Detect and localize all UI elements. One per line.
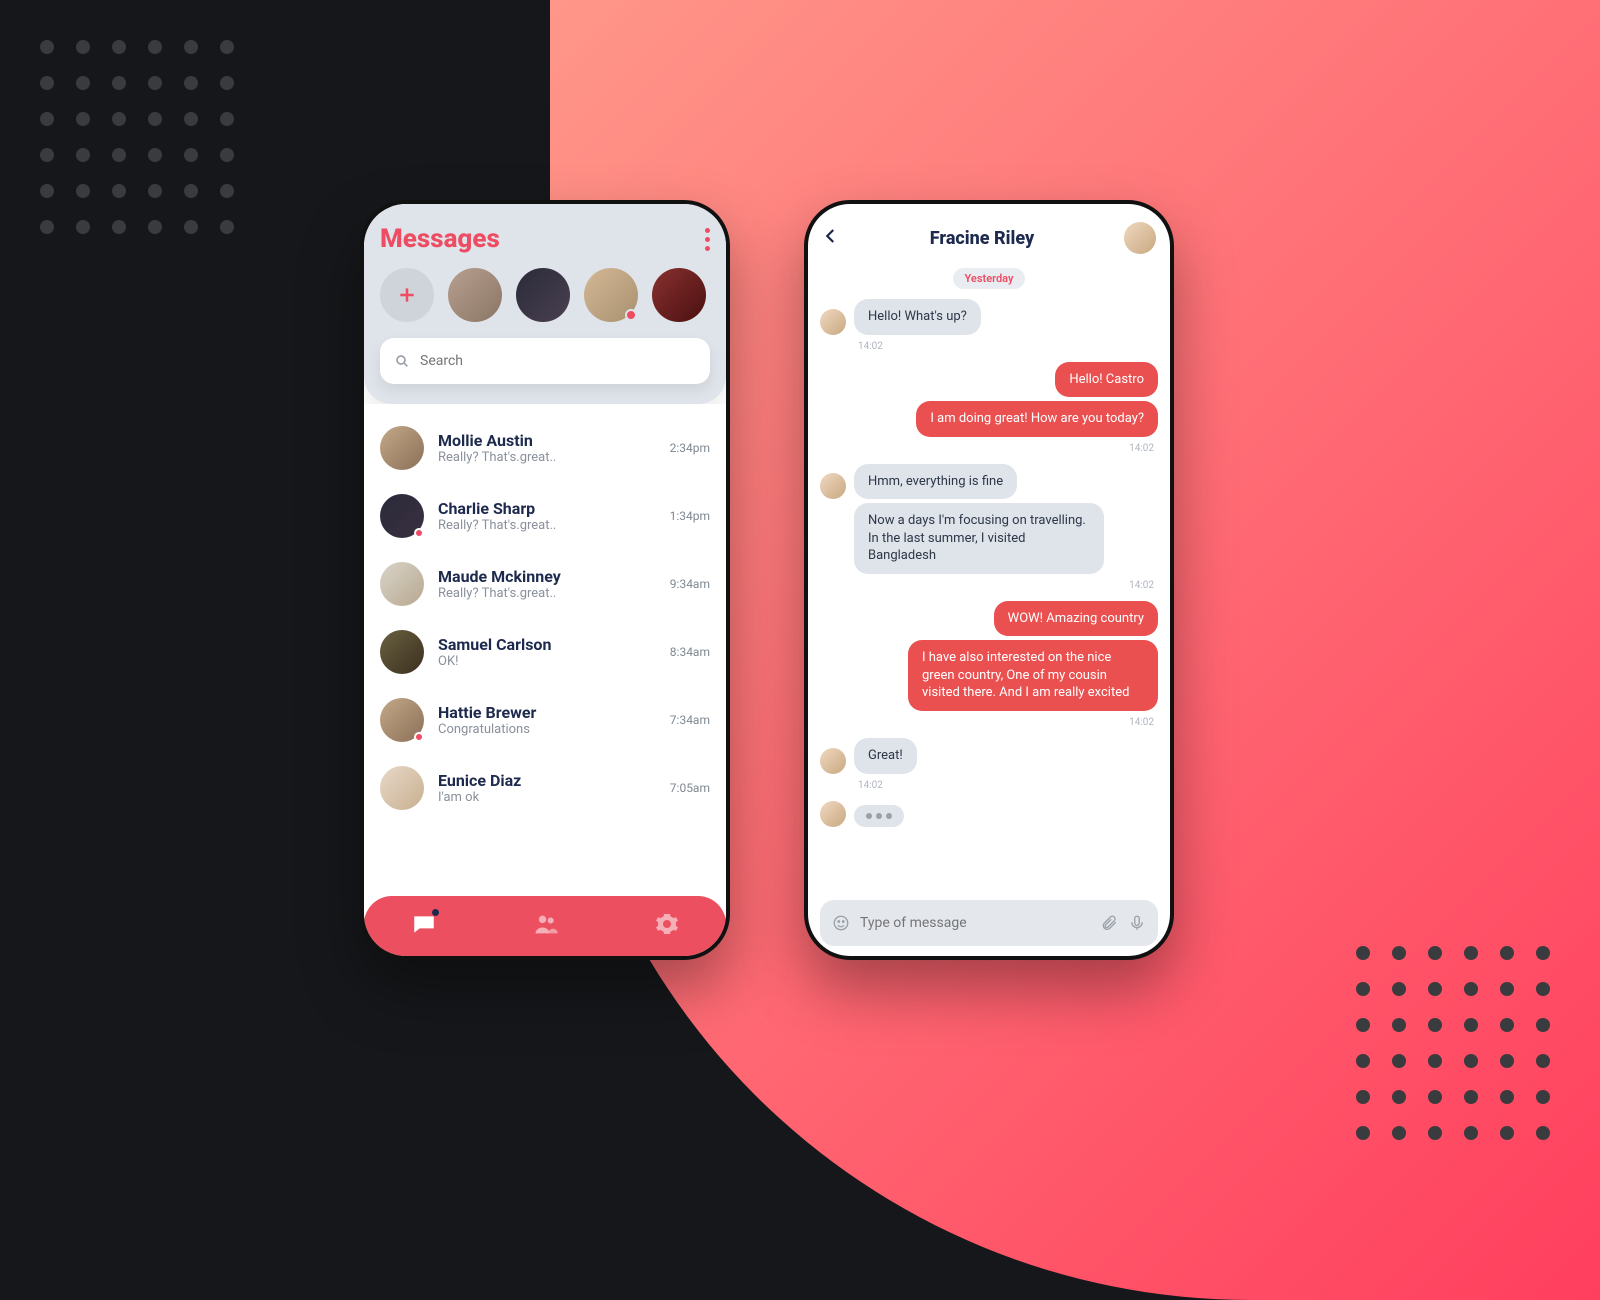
emoji-icon[interactable] <box>832 914 850 932</box>
conversation-list: Mollie Austin Really? That's.great.. 2:3… <box>364 404 726 892</box>
avatar <box>380 426 424 470</box>
conversation-snippet: Really? That's.great.. <box>438 586 656 601</box>
avatar[interactable] <box>1124 222 1156 254</box>
conversation-snippet: Really? That's.great.. <box>438 518 656 533</box>
avatar <box>820 748 846 774</box>
avatar <box>380 630 424 674</box>
back-button[interactable] <box>822 226 840 251</box>
timestamp: 14:02 <box>820 715 1158 734</box>
story-avatar[interactable] <box>448 268 502 322</box>
decorative-dots-tl <box>40 40 234 234</box>
timestamp: 14:02 <box>854 778 1158 797</box>
avatar <box>380 698 424 742</box>
conversation-time: 8:34am <box>670 645 710 659</box>
message-out: WOW! Amazing country <box>994 601 1158 637</box>
conversation-snippet: Congratulations <box>438 722 656 737</box>
message-out: I am doing great! How are you today? <box>916 401 1158 437</box>
avatar <box>820 473 846 499</box>
avatar <box>380 766 424 810</box>
timestamp: 14:02 <box>854 339 1158 358</box>
conversation-time: 9:34am <box>670 577 710 591</box>
chat-body: Hello! What's up? 14:02 Hello! Castro I … <box>808 295 1170 897</box>
avatar <box>820 801 846 827</box>
nav-messages-button[interactable] <box>411 911 437 941</box>
conversation-snippet: I'am ok <box>438 790 656 805</box>
conversation-name: Maude Mckinney <box>438 567 656 586</box>
nav-contacts-button[interactable] <box>532 910 560 942</box>
message-in: Hello! What's up? <box>854 299 981 335</box>
avatar <box>820 309 846 335</box>
message-in: Hmm, everything is fine <box>854 464 1017 500</box>
avatar <box>380 494 424 538</box>
chat-screen: Fracine Riley Yesterday Hello! What's up… <box>804 200 1174 960</box>
message-input-bar[interactable] <box>820 900 1158 946</box>
attachment-icon[interactable] <box>1100 914 1118 932</box>
message-out: Hello! Castro <box>1055 362 1158 398</box>
conversation-time: 7:34am <box>670 713 710 727</box>
conversation-name: Charlie Sharp <box>438 499 656 518</box>
timestamp: 14:02 <box>820 578 1158 597</box>
conversation-name: Eunice Diaz <box>438 771 656 790</box>
conversation-item[interactable]: Mollie Austin Really? That's.great.. 2:3… <box>380 414 710 482</box>
conversation-snippet: Really? That's.great.. <box>438 450 656 465</box>
typing-indicator <box>854 805 904 827</box>
conversation-time: 7:05am <box>670 781 710 795</box>
conversation-snippet: OK! <box>438 654 656 669</box>
conversation-item[interactable]: Maude Mckinney Really? That's.great.. 9:… <box>380 550 710 618</box>
story-avatar[interactable] <box>652 268 706 322</box>
message-input[interactable] <box>860 915 1090 931</box>
conversation-time: 2:34pm <box>670 441 710 455</box>
conversation-item[interactable]: Hattie Brewer Congratulations 7:34am <box>380 686 710 754</box>
timestamp: 14:02 <box>820 441 1158 460</box>
message-out: I have also interested on the nice green… <box>908 640 1158 711</box>
avatar <box>380 562 424 606</box>
notification-dot-icon <box>432 909 439 916</box>
search-field[interactable] <box>420 353 696 369</box>
conversation-time: 1:34pm <box>670 509 710 523</box>
conversation-name: Hattie Brewer <box>438 703 656 722</box>
chat-title: Fracine Riley <box>930 228 1034 249</box>
conversation-item[interactable]: Eunice Diaz I'am ok 7:05am <box>380 754 710 822</box>
story-row <box>380 268 710 322</box>
bottom-nav <box>364 896 726 956</box>
conversation-name: Mollie Austin <box>438 431 656 450</box>
message-in: Great! <box>854 738 917 774</box>
microphone-icon[interactable] <box>1128 914 1146 932</box>
date-separator: Yesterday <box>953 268 1026 289</box>
search-input[interactable] <box>380 338 710 384</box>
page-title: Messages <box>380 224 500 254</box>
decorative-dots-br <box>1356 946 1550 1140</box>
conversation-name: Samuel Carlson <box>438 635 656 654</box>
more-icon[interactable] <box>705 228 710 251</box>
conversation-item[interactable]: Charlie Sharp Really? That's.great.. 1:3… <box>380 482 710 550</box>
story-avatar[interactable] <box>584 268 638 322</box>
nav-settings-button[interactable] <box>655 912 679 940</box>
message-in: Now a days I'm focusing on travelling. I… <box>854 503 1104 574</box>
messages-screen: Messages Mollie Austin Really? That's.gr… <box>360 200 730 960</box>
add-story-button[interactable] <box>380 268 434 322</box>
search-icon <box>394 353 410 369</box>
conversation-item[interactable]: Samuel Carlson OK! 8:34am <box>380 618 710 686</box>
story-avatar[interactable] <box>516 268 570 322</box>
